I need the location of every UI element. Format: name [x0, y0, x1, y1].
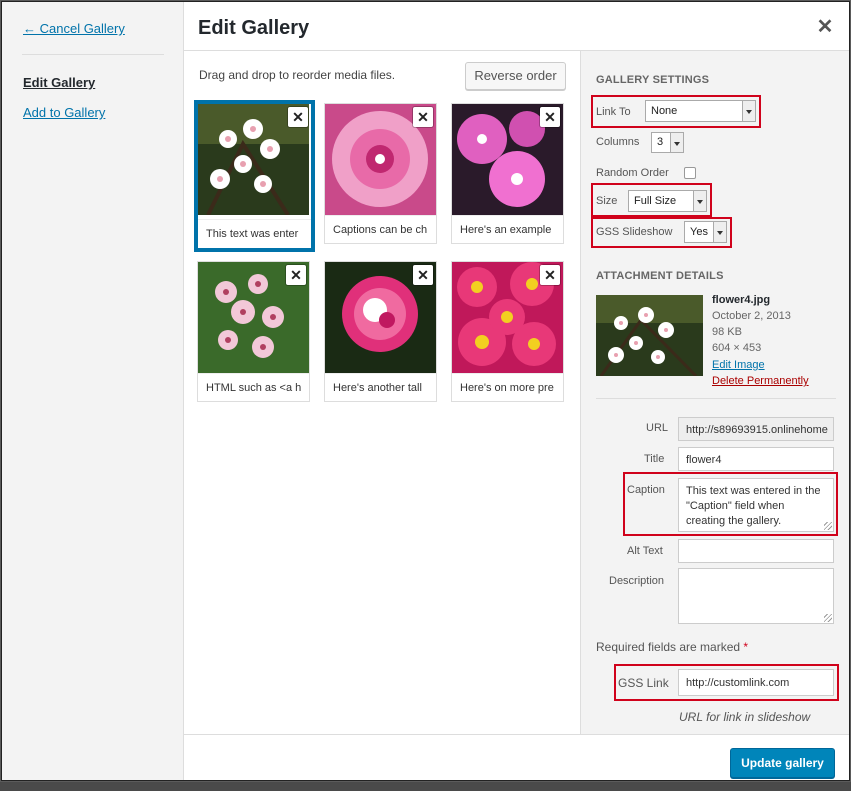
size-select[interactable]: Full Size [628, 190, 707, 212]
delete-permanently-link[interactable]: Delete Permanently [712, 375, 809, 387]
remove-icon[interactable]: ✕ [540, 107, 560, 127]
attachment-filesize: 98 KB [712, 326, 742, 338]
gss-slideshow-select[interactable]: Yes [684, 221, 727, 243]
title-field[interactable]: flower4 [678, 447, 834, 471]
gss-link-help: URL for link in slideshow [679, 710, 811, 724]
cancel-gallery-link[interactable]: ← Cancel Gallery [23, 21, 125, 36]
thumbnail-caption[interactable]: Here's an example [452, 215, 563, 243]
columns-label: Columns [596, 136, 640, 148]
chevron-down-icon [693, 191, 706, 211]
chevron-down-icon [742, 101, 755, 121]
gallery-item[interactable]: Here's an example ✕ [451, 103, 564, 244]
gss-link-label: GSS Link [618, 676, 669, 690]
required-fields-text: Required fields are marked [596, 640, 741, 654]
required-star: * [743, 640, 749, 654]
gallery-item[interactable]: Here's on more pre ✕ [451, 261, 564, 402]
required-fields-note: Required fields are marked * [596, 640, 748, 654]
remove-icon[interactable]: ✕ [413, 265, 433, 285]
columns-select[interactable]: 3 [651, 132, 684, 153]
attachment-date: October 2, 2013 [712, 310, 791, 322]
resize-handle-icon[interactable] [824, 614, 832, 622]
caption-textarea[interactable]: This text was entered in the "Caption" f… [678, 478, 834, 532]
gallery-item[interactable]: Here's another tall ✕ [324, 261, 437, 402]
gallery-item[interactable]: Captions can be ch ✕ [324, 103, 437, 244]
size-value: Full Size [634, 195, 677, 207]
reorder-instruction: Drag and drop to reorder media files. [199, 68, 396, 82]
url-label: URL [646, 422, 669, 434]
link-to-select[interactable]: None [645, 100, 756, 122]
gallery-item[interactable]: This text was enter ✕ [194, 100, 315, 252]
attachment-dimensions: 604 × 453 [712, 342, 762, 354]
alt-text-field[interactable] [678, 539, 834, 563]
description-textarea[interactable] [678, 568, 834, 624]
caption-label: Caption [627, 484, 665, 496]
thumbnail-caption[interactable]: Captions can be ch [325, 215, 436, 243]
resize-handle-icon[interactable] [824, 522, 832, 530]
menu-item-edit-gallery[interactable]: Edit Gallery [23, 75, 95, 90]
gss-link-field[interactable]: http://customlink.com [678, 669, 834, 696]
menu-separator [22, 54, 164, 55]
page-title: Edit Gallery [198, 17, 310, 39]
backdrop-strip [0, 782, 851, 791]
link-to-value: None [651, 105, 678, 117]
close-icon[interactable]: ✕ [814, 16, 836, 38]
details-divider [596, 398, 836, 399]
remove-icon[interactable]: ✕ [288, 107, 308, 127]
thumbnail-caption[interactable]: Here's on more pre [452, 373, 563, 401]
caption-text: This text was entered in the "Caption" f… [686, 485, 821, 527]
thumbnail-caption[interactable]: This text was enter [198, 219, 311, 248]
gallery-item[interactable]: HTML such as <a h ✕ [197, 261, 310, 402]
random-order-label: Random Order [596, 167, 669, 179]
settings-sidebar: Gallery Settings Link To None Columns 3 … [580, 51, 849, 735]
size-label: Size [596, 195, 618, 207]
media-menu: ← Cancel Gallery Edit Gallery Add to Gal… [2, 2, 184, 780]
reverse-order-button[interactable]: Reverse order [465, 62, 566, 90]
menu-item-add-to-gallery[interactable]: Add to Gallery [23, 105, 105, 120]
media-modal: ← Cancel Gallery Edit Gallery Add to Gal… [1, 1, 850, 781]
link-to-label: Link To [596, 106, 631, 118]
remove-icon[interactable]: ✕ [540, 265, 560, 285]
attachment-details-heading: Attachment Details [596, 270, 724, 282]
remove-icon[interactable]: ✕ [413, 107, 433, 127]
chevron-down-icon [713, 222, 726, 242]
columns-value: 3 [657, 136, 664, 148]
description-label: Description [609, 575, 665, 587]
thumbnail-caption[interactable]: HTML such as <a h [198, 373, 309, 401]
update-gallery-button[interactable]: Update gallery [730, 748, 835, 778]
alt-text-label: Alt Text [627, 545, 663, 557]
random-order-checkbox[interactable] [684, 167, 696, 179]
attachment-thumbnail [596, 295, 703, 376]
gss-slideshow-label: GSS Slideshow [596, 226, 673, 238]
remove-icon[interactable]: ✕ [286, 265, 306, 285]
chevron-down-icon [670, 133, 683, 152]
gallery-settings-heading: Gallery Settings [596, 74, 710, 86]
url-field[interactable]: http://s89693915.onlinehome [678, 417, 834, 441]
thumbnail-caption[interactable]: Here's another tall [325, 373, 436, 401]
footer-divider [184, 734, 849, 735]
attachment-filename: flower4.jpg [712, 294, 771, 306]
title-label: Title [644, 453, 665, 465]
edit-image-link[interactable]: Edit Image [712, 359, 765, 371]
gss-slideshow-value: Yes [690, 226, 708, 238]
